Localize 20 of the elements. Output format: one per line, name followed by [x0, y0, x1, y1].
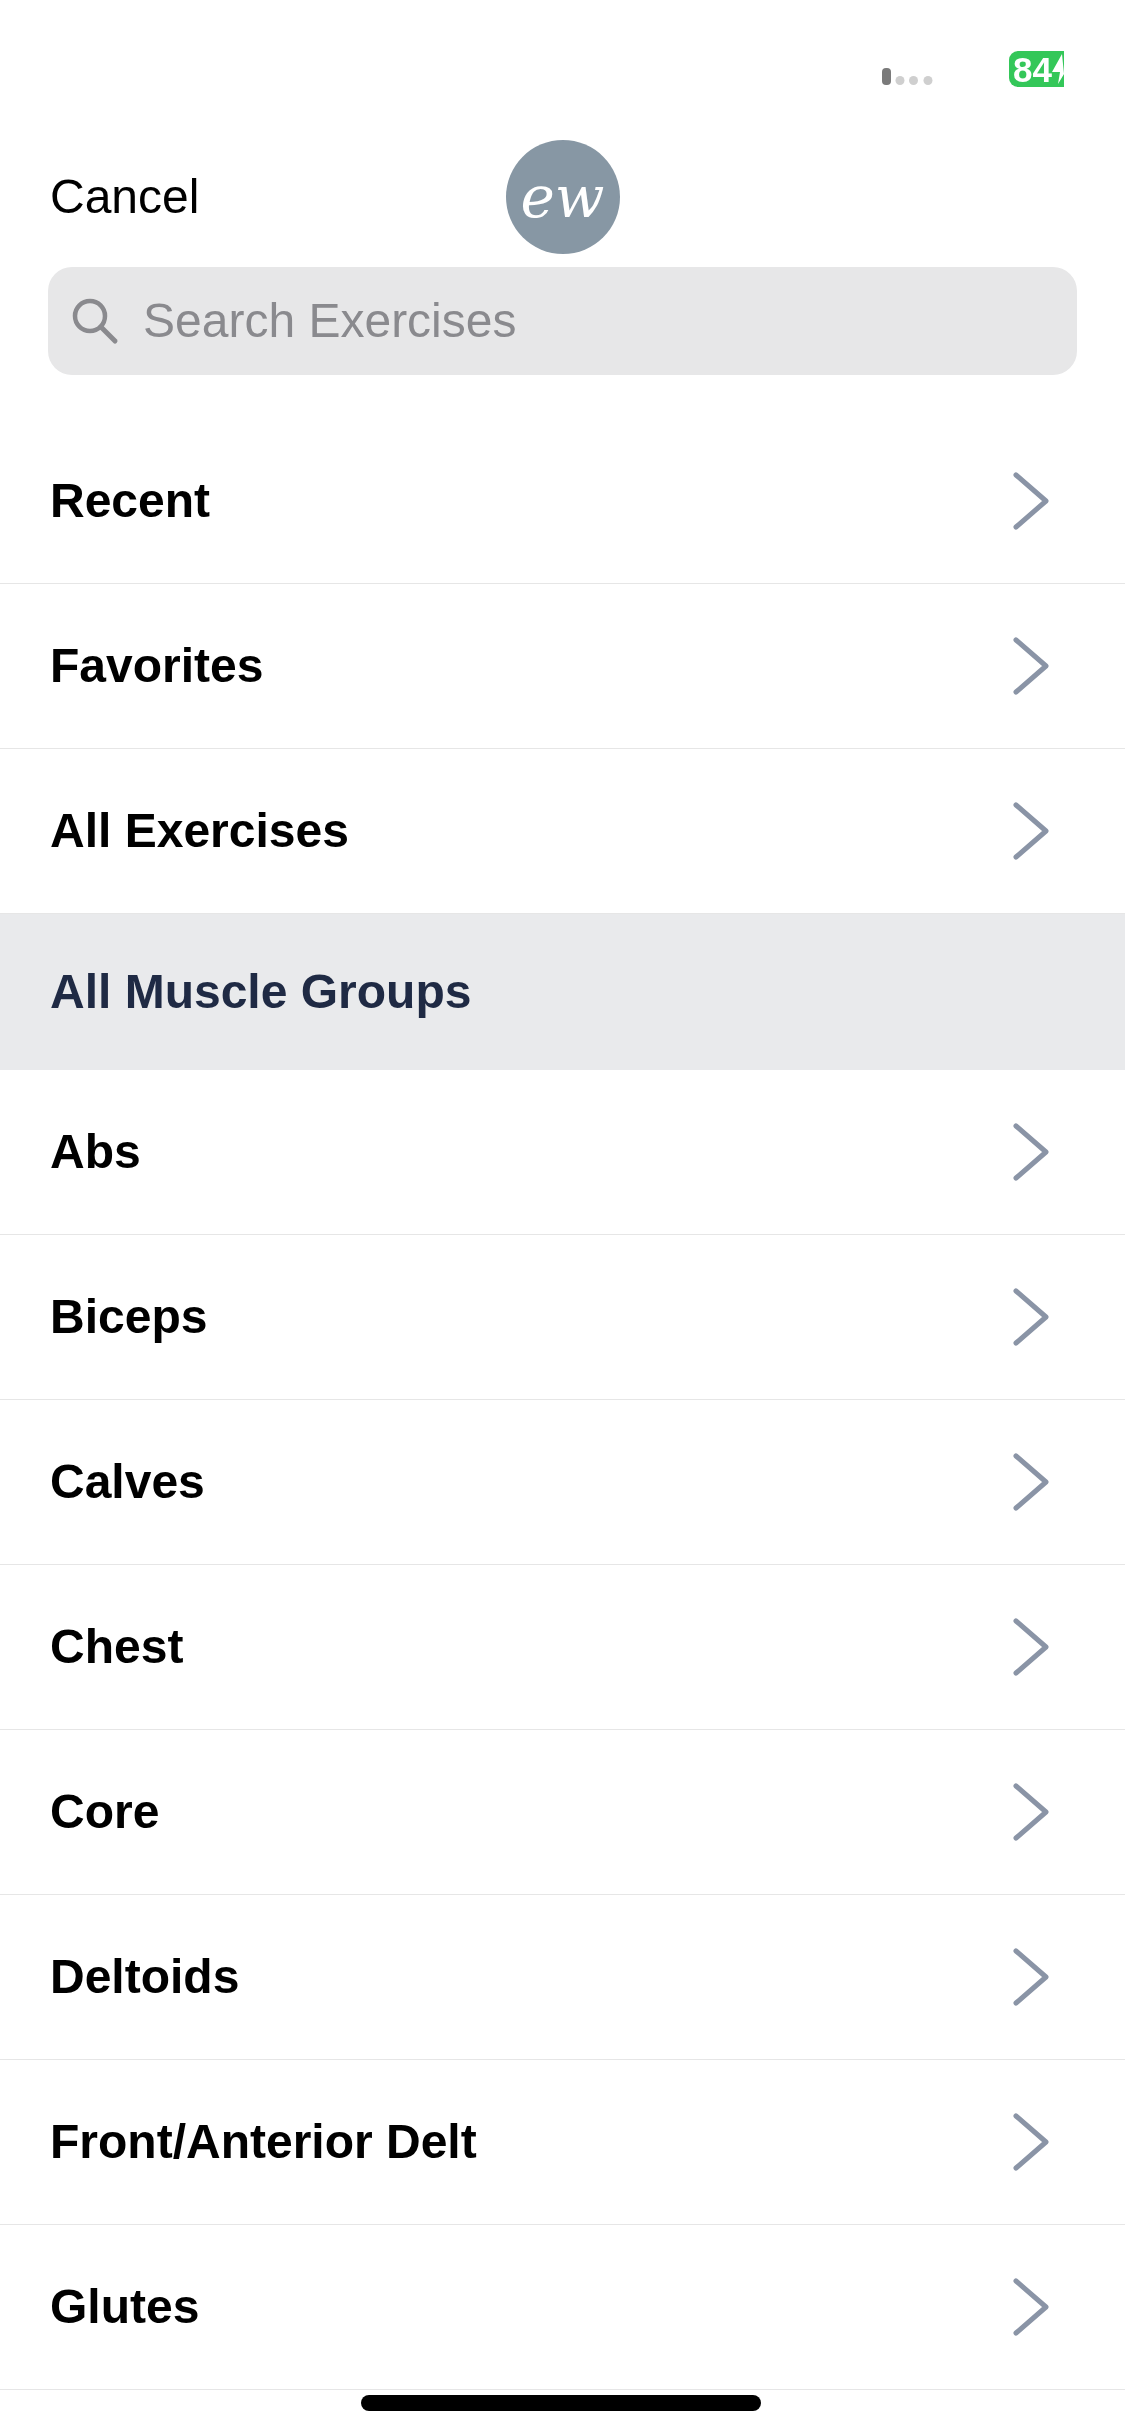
chevron-right-icon: [1013, 472, 1050, 530]
chevron-right-icon: [1013, 1618, 1050, 1676]
chevron-right-icon: [1013, 802, 1050, 860]
section-header: All Muscle Groups: [0, 914, 1125, 1070]
chevron-right-icon: [1013, 1123, 1050, 1181]
battery-indicator: 84: [1009, 51, 1064, 87]
chevron-right-icon: [1013, 1948, 1050, 2006]
logo-badge: ew: [505, 140, 620, 254]
bolt-icon: [1051, 54, 1064, 84]
chevron-right-icon: [1013, 1453, 1050, 1511]
chevron-right-icon: [1013, 1783, 1050, 1841]
chevron-right-icon: [1013, 1288, 1050, 1346]
chevron-right-icon: [1013, 2113, 1050, 2171]
signal-icon: [882, 68, 933, 85]
search-icon: [71, 297, 119, 345]
cancel-button[interactable]: Cancel: [50, 173, 200, 221]
chevron-right-icon: [1013, 637, 1050, 695]
chevron-right-icon: [1013, 2278, 1050, 2336]
search-input[interactable]: Search Exercises: [143, 291, 1053, 351]
search-field[interactable]: Search Exercises: [48, 267, 1077, 375]
